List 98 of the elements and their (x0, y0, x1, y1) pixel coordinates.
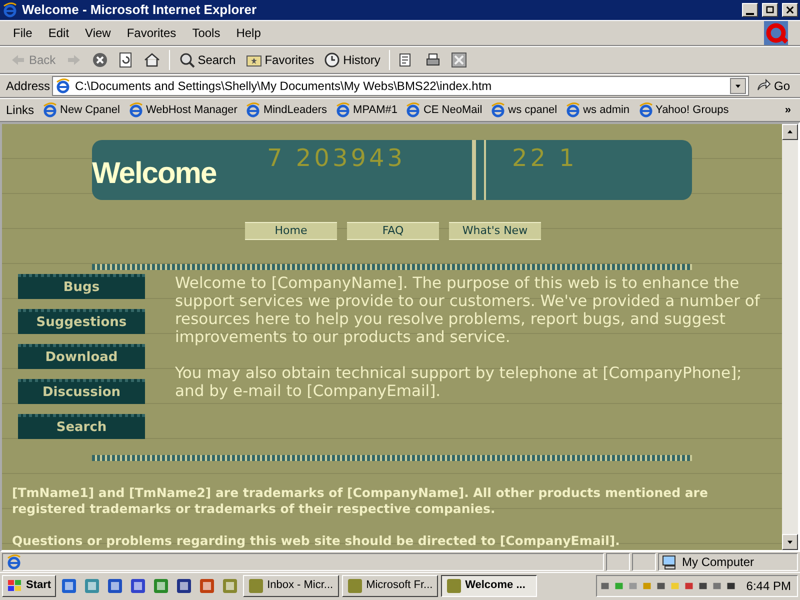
clock: 6:44 PM (746, 578, 791, 594)
app-icon (84, 578, 100, 594)
footer-text: Questions or problems regarding this web site should be directed to [CompanyEmail]. (12, 533, 621, 549)
welcome-paragraph: You may also obtain technical support by telephone at [CompanyPhone]; and by e-mail to [CompanyEmail]. (175, 364, 743, 400)
window-title: Welcome - Microsoft Internet Explorer (22, 1, 258, 20)
tray-icon (684, 580, 694, 590)
close-icon (785, 5, 795, 16)
status-panel (606, 553, 630, 571)
link-button[interactable]: MindLeaders (242, 102, 330, 118)
page-icon (55, 78, 72, 94)
tray-icon (642, 580, 652, 590)
stop-icon (92, 52, 108, 68)
nav-link[interactable]: FAQ (347, 222, 439, 240)
app-icon (176, 578, 192, 594)
app-icon (222, 578, 238, 594)
banner-digits: 7 203943 (267, 143, 406, 174)
links-label: Links (6, 102, 34, 119)
menu-item[interactable]: Edit (41, 22, 76, 44)
address-value: C:\Documents and Settings\Shelly\My Documents\My Webs\BMS22\index.htm (75, 78, 493, 95)
scroll-down-button[interactable] (782, 534, 798, 550)
app-icon (153, 578, 170, 594)
page-icon (42, 102, 58, 118)
page-icon (638, 102, 654, 118)
menu-item[interactable]: Tools (185, 22, 228, 44)
tray-icon (698, 580, 708, 590)
address-field[interactable]: C:\Documents and Settings\Shelly\My Documents\My Webs\BMS22\index.htm (52, 76, 749, 96)
link-button[interactable]: MPAM#1 (332, 102, 400, 118)
tray-icon (726, 580, 736, 590)
menu-item[interactable]: View (78, 22, 118, 44)
back-icon (10, 52, 26, 68)
tray-icon (600, 580, 610, 590)
favorites-button[interactable]: Favorites (242, 50, 318, 70)
search-button[interactable]: Search (174, 50, 240, 70)
tray-icon (670, 580, 680, 590)
app-icon (130, 578, 146, 594)
scroll-up-button[interactable] (782, 124, 798, 140)
link-button[interactable]: ws cpanel (487, 102, 560, 118)
tray-icon (656, 580, 666, 590)
address-label: Address (6, 78, 50, 95)
close-button[interactable] (782, 3, 798, 17)
sidebar-button[interactable]: Download (18, 344, 145, 369)
sidebar-button[interactable]: Suggestions (18, 309, 145, 334)
tray-icon (628, 580, 638, 590)
taskbar-button[interactable]: Microsoft Fr... (342, 574, 438, 596)
print-icon (425, 52, 442, 68)
app-icon (107, 578, 124, 594)
page-icon (335, 102, 352, 118)
history-button[interactable]: History (320, 50, 384, 70)
link-button[interactable]: WebHost Manager (124, 102, 240, 118)
ie-icon (2, 2, 18, 18)
more-links-button[interactable]: » (782, 102, 794, 118)
page-icon (128, 102, 144, 118)
nav-link[interactable]: Home (245, 222, 337, 240)
history-icon (324, 52, 340, 68)
banner-title: Welcome (92, 156, 216, 192)
app-icon (347, 578, 364, 594)
menu-item[interactable]: Help (229, 22, 268, 44)
link-button[interactable]: New Cpanel (39, 102, 123, 118)
taskbar-button[interactable]: Inbox - Micr... (243, 574, 340, 596)
zone-label: My Computer (682, 554, 754, 571)
forward-icon (66, 52, 82, 68)
home-icon (144, 52, 160, 68)
page-icon (405, 102, 422, 118)
sidebar-button[interactable]: Search (18, 414, 145, 439)
start-button[interactable]: Start (2, 574, 56, 596)
computer-icon (662, 554, 678, 570)
maximize-button[interactable] (762, 3, 778, 17)
page-icon (245, 102, 262, 118)
app-icon (199, 578, 216, 594)
windows-flag-icon (7, 578, 23, 594)
maximize-icon (765, 5, 775, 16)
status-panel (632, 553, 656, 571)
link-button[interactable]: ws admin (562, 102, 633, 118)
welcome-paragraph: Welcome to [CompanyName]. The purpose of this web is to enhance the support services we provide to our customers. We've provided a number of resources here to help you resolve problems, report bugs, and suggest improvements to our products and service. (175, 274, 762, 346)
sidebar-button[interactable]: Bugs (18, 274, 145, 299)
refresh-icon (118, 52, 134, 68)
link-button[interactable]: CE NeoMail (402, 102, 486, 118)
footer-text: [TmName1] and [TmName2] are trademarks of [CompanyName]. All other products mentioned are registered trademarks or trademarks of their respective companies. (12, 485, 709, 517)
page-icon (6, 554, 22, 570)
app-icon (446, 578, 462, 594)
menu-item[interactable]: Favorites (120, 22, 184, 44)
link-button[interactable]: Yahoo! Groups (634, 102, 732, 118)
tray-icon (712, 580, 722, 590)
search-icon (178, 52, 195, 68)
minimize-button[interactable] (742, 3, 758, 17)
app-icon (248, 578, 264, 594)
tray-icon (614, 580, 624, 590)
banner-digits: 22 1 (512, 143, 578, 174)
taskbar-button[interactable]: Welcome ... (441, 574, 538, 596)
app-icon (61, 578, 78, 594)
menu-item[interactable]: File (6, 22, 40, 44)
sidebar-button[interactable]: Discussion (18, 379, 145, 404)
nav-link[interactable]: What's New (449, 222, 541, 240)
minimize-icon (746, 12, 754, 15)
dropdown-icon[interactable] (730, 78, 746, 94)
go-button[interactable]: Go (750, 76, 794, 96)
page-icon (565, 102, 582, 118)
page-icon (490, 102, 506, 118)
